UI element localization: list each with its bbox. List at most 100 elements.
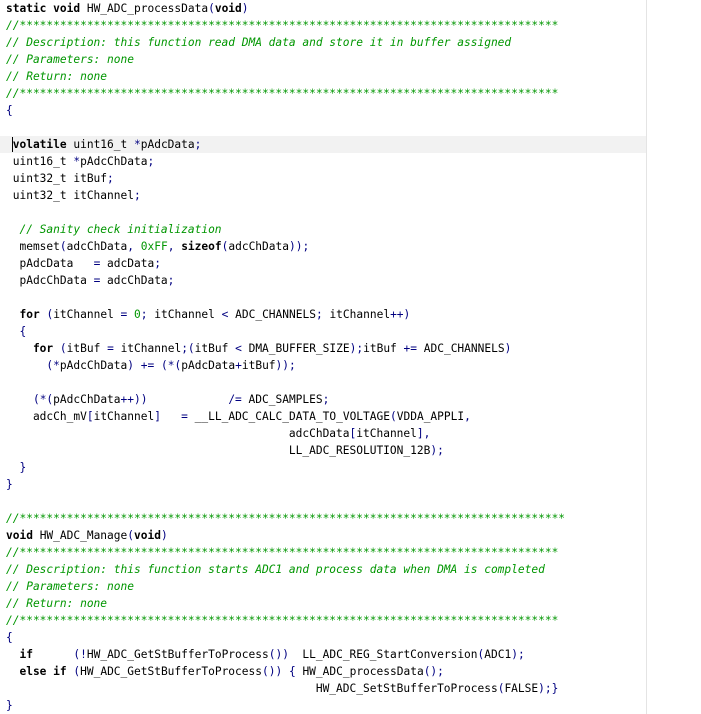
code-line[interactable]: uint16_t *pAdcChData; (6, 153, 646, 170)
code-token: ; (107, 172, 114, 185)
code-token: ); (511, 648, 525, 661)
code-line[interactable]: // Description: this function starts ADC… (6, 561, 646, 578)
code-token: // Parameters: none (6, 53, 134, 66)
code-token: HW_ADC_processData (80, 2, 209, 15)
code-line[interactable]: LL_ADC_RESOLUTION_12B); (6, 442, 646, 459)
code-token: ( (59, 342, 67, 355)
code-token: ()) (261, 665, 283, 678)
code-line[interactable]: adcChData[itChannel], (6, 425, 646, 442)
code-line[interactable]: { (6, 323, 646, 340)
code-line[interactable]: pAdcData = adcData; (6, 255, 646, 272)
code-token: ADC_CHANNELS (228, 308, 316, 321)
code-token: = (107, 342, 114, 355)
code-line[interactable]: if (!HW_ADC_GetStBufferToProcess()) LL_A… (6, 646, 646, 663)
code-token: uint16_t (66, 138, 134, 151)
code-token: ( (390, 410, 397, 423)
code-editor[interactable]: static void HW_ADC_processData(void)//**… (0, 0, 646, 714)
code-token: (! (73, 648, 87, 661)
code-line[interactable]: // Parameters: none (6, 578, 646, 595)
code-line[interactable]: // Parameters: none (6, 51, 646, 68)
code-line[interactable] (6, 204, 646, 221)
code-token: HW_ADC_processData (295, 665, 424, 678)
code-line[interactable]: HW_ADC_SetStBufferToProcess(FALSE);} (6, 680, 646, 697)
code-token: ) (160, 529, 168, 542)
code-line[interactable]: //**************************************… (6, 544, 646, 561)
code-line[interactable]: memset(adcChData, 0xFF, sizeof(adcChData… (6, 238, 646, 255)
code-token: itBuf (363, 342, 404, 355)
code-token: { (6, 631, 13, 644)
code-token: } (6, 699, 13, 712)
right-margin-guide (646, 0, 647, 714)
code-line[interactable] (6, 493, 646, 510)
code-token: itChannel (93, 410, 155, 423)
code-line[interactable]: { (6, 102, 646, 119)
code-token: ++)) (120, 393, 148, 406)
code-line[interactable]: } (6, 476, 646, 493)
code-token: } (6, 478, 13, 491)
code-line[interactable]: //**************************************… (6, 612, 646, 629)
code-token: uint32_t itChannel (6, 189, 134, 202)
code-token: void (6, 529, 33, 542)
code-token: ; (147, 155, 155, 168)
code-line[interactable]: uint32_t itBuf; (6, 170, 646, 187)
code-line[interactable]: volatile uint16_t *pAdcData; (0, 136, 646, 153)
code-token: HW_ADC_GetStBufferToProcess (86, 648, 269, 661)
code-line[interactable]: { (6, 629, 646, 646)
code-line[interactable]: (*(pAdcChData++)) /= ADC_SAMPLES; (6, 391, 646, 408)
code-token: pAdcData (181, 359, 236, 372)
code-token: itChannel (113, 342, 182, 355)
code-token: itChannel (356, 427, 417, 440)
code-line[interactable]: // Sanity check initialization (6, 221, 646, 238)
code-token: pAdcData (6, 257, 94, 270)
code-line[interactable]: static void HW_ADC_processData(void) (6, 0, 646, 17)
code-line[interactable]: pAdcChData = adcChData; (6, 272, 646, 289)
code-token: ADC_CHANNELS (417, 342, 505, 355)
code-line[interactable]: adcCh_mV[itChannel] = __LL_ADC_CALC_DATA… (6, 408, 646, 425)
code-token: // Parameters: none (6, 580, 134, 593)
code-text[interactable]: static void HW_ADC_processData(void)//**… (0, 0, 646, 714)
code-line[interactable]: // Description: this function read DMA d… (6, 34, 646, 51)
code-line[interactable] (6, 289, 646, 306)
code-token: LL_ADC_REG_StartConversion (288, 648, 478, 661)
code-line[interactable]: // Return: none (6, 595, 646, 612)
code-token: HW_ADC_GetStBufferToProcess (80, 665, 262, 678)
code-token: [ (86, 410, 94, 423)
code-token: itBuf (194, 342, 236, 355)
code-token: += (140, 359, 155, 372)
code-token: );} (538, 682, 559, 695)
code-line[interactable] (6, 374, 646, 391)
code-line[interactable] (6, 119, 646, 136)
code-line[interactable]: else if (HW_ADC_GetStBufferToProcess()) … (6, 663, 646, 680)
code-line[interactable]: //**************************************… (6, 85, 646, 102)
code-line[interactable]: (*pAdcChData) += (*(pAdcData+itBuf)); (6, 357, 646, 374)
code-token: ; (315, 308, 330, 321)
code-line[interactable]: //**************************************… (6, 17, 646, 34)
code-line[interactable]: } (6, 697, 646, 714)
code-line[interactable]: // Return: none (6, 68, 646, 85)
code-line[interactable]: void HW_ADC_Manage(void) (6, 527, 646, 544)
code-token: FALSE (504, 682, 539, 695)
code-line[interactable]: for (itBuf = itChannel;(itBuf < DMA_BUFF… (6, 340, 646, 357)
code-line[interactable]: } (6, 459, 646, 476)
code-token: + (235, 359, 242, 372)
code-token: /= (228, 393, 242, 406)
code-line[interactable]: //**************************************… (6, 510, 646, 527)
code-token: adcChData (228, 240, 289, 253)
code-token: //**************************************… (6, 512, 566, 525)
code-token: (); (423, 665, 444, 678)
code-line[interactable]: uint32_t itChannel; (6, 187, 646, 204)
code-token: __LL_ADC_CALC_DATA_TO_VOLTAGE (187, 410, 390, 423)
code-token: // Sanity check initialization (6, 223, 222, 236)
code-line[interactable]: for (itChannel = 0; itChannel < ADC_CHAN… (6, 306, 646, 323)
code-token: ( (59, 240, 67, 253)
code-token: )); (288, 240, 310, 253)
code-token: = (181, 410, 188, 423)
code-token: ); (430, 444, 444, 457)
code-token: //**************************************… (6, 546, 559, 559)
code-token: itBuf (241, 359, 276, 372)
